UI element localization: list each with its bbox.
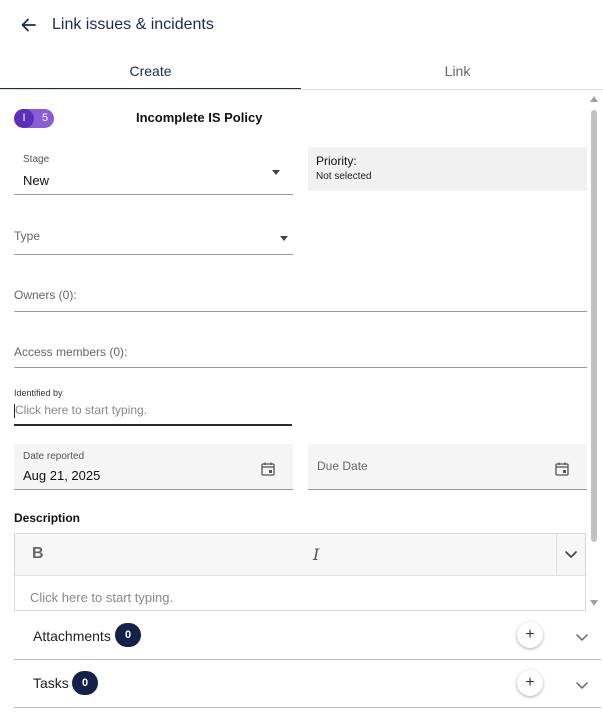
caret-down-icon: [280, 236, 288, 241]
stage-select[interactable]: Stage New: [14, 147, 293, 195]
identified-by-input[interactable]: Click here to start typing.: [15, 403, 147, 417]
editor-toolbar: [15, 534, 585, 576]
type-underline: [14, 254, 293, 255]
badge-number: 5: [41, 112, 49, 124]
scroll-down-icon[interactable]: [590, 600, 598, 606]
tasks-count-badge: 0: [72, 671, 98, 695]
date-reported-value: Aug 21, 2025: [23, 468, 101, 483]
toolbar-divider: [556, 534, 557, 575]
record-id-badge: I 5: [14, 109, 54, 128]
date-reported-field[interactable]: Date reported Aug 21, 2025: [14, 444, 293, 490]
stage-value: New: [23, 173, 50, 188]
date-reported-label: Date reported: [23, 451, 85, 462]
priority-value: Not selected: [316, 171, 372, 182]
scroll-up-icon[interactable]: [590, 96, 598, 102]
chevron-down-icon[interactable]: [575, 630, 589, 644]
dialog-title: Link issues & incidents: [52, 16, 214, 33]
due-date-placeholder: Due Date: [317, 459, 368, 473]
record-name: Incomplete IS Policy: [136, 110, 263, 125]
priority-label: Priority:: [316, 154, 357, 168]
date-reported-underline: [14, 489, 293, 490]
calendar-icon[interactable]: [261, 462, 275, 476]
access-members-underline: [14, 367, 587, 368]
access-members-label: Access members (0):: [14, 345, 128, 359]
type-placeholder: Type: [14, 229, 41, 243]
identified-by-underline: [14, 424, 292, 426]
add-task-button[interactable]: +: [517, 670, 543, 696]
badge-letter: I: [14, 109, 34, 128]
scrollbar-thumb[interactable]: [591, 110, 597, 542]
add-attachment-button[interactable]: +: [517, 622, 543, 648]
stage-underline: [14, 194, 293, 195]
chevron-down-icon[interactable]: [563, 546, 579, 562]
caret-down-icon: [272, 170, 280, 175]
due-date-field[interactable]: Due Date: [308, 444, 587, 490]
tasks-divider: [14, 707, 601, 708]
italic-button[interactable]: I: [313, 545, 319, 564]
identified-by-field[interactable]: Identified by Click here to start typing…: [14, 386, 292, 426]
owners-underline: [14, 311, 587, 312]
tabs-divider: [0, 89, 603, 90]
bold-button[interactable]: B: [32, 545, 44, 563]
description-input[interactable]: Click here to start typing.: [30, 590, 173, 605]
stage-label: Stage: [23, 154, 50, 165]
attachments-divider: [14, 659, 601, 660]
owners-field[interactable]: Owners (0):: [14, 281, 587, 312]
tab-link[interactable]: Link: [307, 56, 603, 88]
chevron-down-icon[interactable]: [575, 678, 589, 692]
tab-create[interactable]: Create: [0, 56, 301, 90]
arrow-left-icon[interactable]: [18, 14, 40, 36]
tasks-label: Tasks: [33, 675, 69, 691]
attachments-label: Attachments: [33, 628, 111, 644]
type-select[interactable]: Type: [14, 222, 293, 255]
tasks-accordion[interactable]: Tasks 0 +: [14, 661, 601, 708]
access-members-field[interactable]: Access members (0):: [14, 338, 587, 369]
description-label: Description: [14, 511, 81, 525]
identified-by-label: Identified by: [14, 388, 63, 398]
priority-field[interactable]: Priority: Not selected: [308, 147, 587, 191]
attachments-count-badge: 0: [115, 623, 141, 647]
due-date-underline: [308, 489, 587, 490]
calendar-icon[interactable]: [555, 462, 569, 476]
owners-label: Owners (0):: [14, 288, 77, 302]
attachments-accordion[interactable]: Attachments 0 +: [14, 613, 601, 660]
